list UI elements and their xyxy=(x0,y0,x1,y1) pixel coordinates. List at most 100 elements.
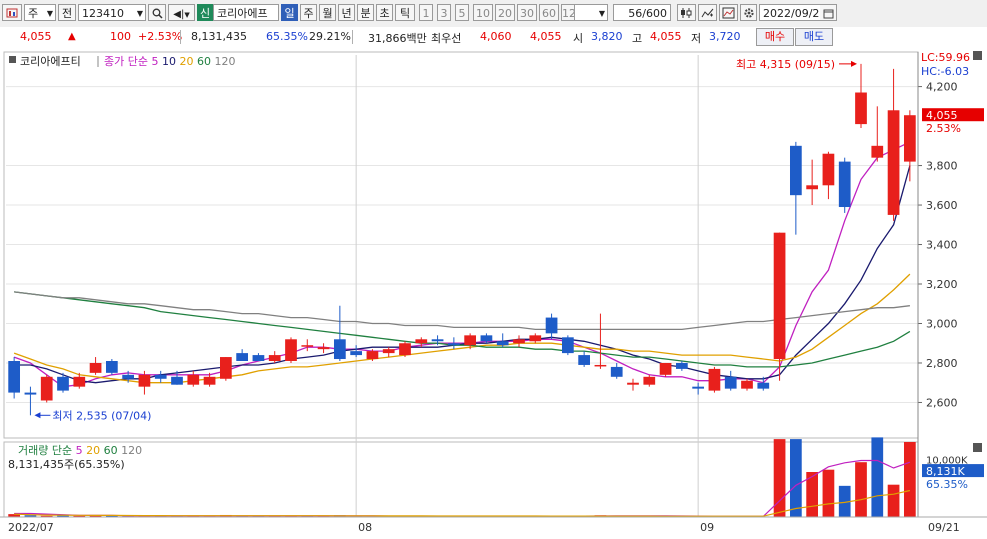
minute-step-button[interactable]: 1 xyxy=(419,4,433,21)
indicator-add-icon[interactable] xyxy=(698,4,717,21)
settings-gear-icon[interactable] xyxy=(740,4,757,21)
open-label: 시 xyxy=(573,32,584,45)
candle xyxy=(757,382,770,389)
candle xyxy=(187,374,200,385)
candle xyxy=(8,361,21,393)
candle xyxy=(822,153,835,186)
panel-maximize-icon xyxy=(973,443,982,452)
minute-step-button[interactable]: 20 xyxy=(495,4,515,21)
candle xyxy=(773,232,786,360)
candle xyxy=(415,339,428,344)
candle xyxy=(903,115,916,162)
hc-label: HC:-6.03 xyxy=(921,65,969,78)
candle xyxy=(610,366,623,377)
candle xyxy=(40,376,53,401)
priority-label: 최우선 xyxy=(431,32,462,45)
candle xyxy=(806,185,819,190)
sound-icon[interactable]: ◀|▼ xyxy=(168,4,195,21)
x-tick-label: 2022/07 xyxy=(8,521,54,534)
custom-step-input[interactable]: ▼ xyxy=(574,4,608,21)
prev-button[interactable]: 전 xyxy=(58,4,76,21)
volume-bar xyxy=(887,484,900,517)
sell-button[interactable]: 매도 xyxy=(795,28,833,46)
ask-price: 4,060 xyxy=(480,30,512,43)
tab-period-month[interactable]: 월 xyxy=(319,4,336,21)
y-tick-label: 3,400 xyxy=(926,239,958,252)
bid-price: 4,055 xyxy=(530,30,562,43)
candle xyxy=(447,343,460,346)
candle xyxy=(57,376,69,391)
legend-entry: 20 xyxy=(179,55,197,68)
legend-square-icon xyxy=(9,56,16,63)
candle xyxy=(838,161,851,208)
candle xyxy=(366,351,379,360)
candle xyxy=(675,362,688,369)
candle xyxy=(692,386,705,389)
candle xyxy=(887,110,900,215)
candle xyxy=(480,335,493,342)
candle xyxy=(871,145,884,158)
candle xyxy=(285,339,297,362)
buy-button[interactable]: 매수 xyxy=(756,28,794,46)
candle xyxy=(350,351,363,356)
candle xyxy=(171,376,183,385)
candle-type-icon[interactable] xyxy=(677,4,696,21)
high-price: 4,055 xyxy=(650,30,682,43)
current-price-label: 4,055 xyxy=(926,109,958,122)
candle xyxy=(105,361,118,373)
up-arrow-icon: ▲ xyxy=(68,31,76,42)
minute-step-button[interactable]: 10 xyxy=(473,4,493,21)
candle xyxy=(219,357,232,379)
legend-entry: 60 xyxy=(104,444,122,457)
candle xyxy=(855,92,867,125)
volume-bar xyxy=(855,462,867,517)
turnover-rate: 29.21% xyxy=(309,30,351,43)
legend-entry: 5 xyxy=(151,55,162,68)
candle xyxy=(154,374,167,379)
minute-step-button[interactable]: 5 xyxy=(455,4,469,21)
chart-menu-icon[interactable] xyxy=(2,4,22,21)
candle xyxy=(382,349,395,354)
candle xyxy=(578,355,591,365)
minute-step-button[interactable]: 30 xyxy=(517,4,537,21)
candle xyxy=(464,335,477,346)
candle xyxy=(24,392,37,395)
volume-bar xyxy=(822,469,835,517)
candle xyxy=(122,374,135,379)
tab-period-tick[interactable]: 틱 xyxy=(395,4,415,21)
tab-period-minute[interactable]: 분 xyxy=(357,4,374,21)
minute-step-button[interactable]: 3 xyxy=(437,4,451,21)
search-icon[interactable] xyxy=(148,4,166,21)
tab-period-week[interactable]: 주 xyxy=(300,4,317,21)
candle xyxy=(545,317,558,334)
volume-bar xyxy=(903,442,916,517)
lc-label: LC:59.96 xyxy=(921,51,970,64)
open-price: 3,820 xyxy=(591,30,623,43)
legend-entry: 종가 단순 xyxy=(104,55,151,68)
minute-step-button[interactable]: 60 xyxy=(539,4,559,21)
volume-current-label: 8,131K xyxy=(926,465,965,478)
chevron-down-icon: ▼ xyxy=(598,9,605,18)
panel-maximize-icon xyxy=(973,51,982,60)
y-tick-label: 4,200 xyxy=(926,81,958,94)
data-count-input[interactable]: 56/600 xyxy=(613,4,671,21)
low-price: 3,720 xyxy=(709,30,741,43)
candle xyxy=(301,345,314,347)
high-label: 고 xyxy=(632,32,643,45)
stock-code-input[interactable]: 123410 ▼ xyxy=(78,4,146,21)
candle xyxy=(659,362,672,375)
tab-period-year[interactable]: 년 xyxy=(338,4,355,21)
compare-icon[interactable] xyxy=(719,4,738,21)
candle xyxy=(708,368,721,391)
legend-entry: 120 xyxy=(214,55,235,68)
y-tick-label: 2,800 xyxy=(926,357,958,370)
period-select[interactable]: 주 ▼ xyxy=(24,4,56,21)
calendar-icon[interactable] xyxy=(820,4,837,21)
stock-chart[interactable]: 2,600 2,800 3,000 3,200 3,400 3,600 3,800 4,200… xyxy=(0,47,987,539)
tab-period-day[interactable]: 일 xyxy=(281,4,298,21)
tab-period-second[interactable]: 초 xyxy=(376,4,393,21)
candle xyxy=(89,362,102,373)
candle xyxy=(431,339,444,342)
candle xyxy=(203,376,216,385)
volume-ratio: 65.35% xyxy=(266,30,308,43)
